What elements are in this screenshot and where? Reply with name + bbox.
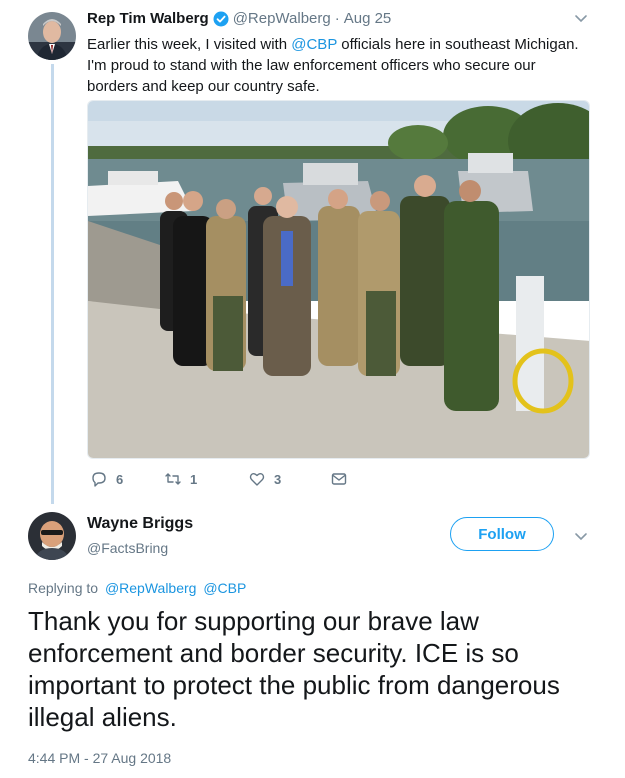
like-icon <box>249 473 265 486</box>
thread-connector-line <box>51 64 54 504</box>
author-name[interactable]: Rep Tim Walberg <box>87 10 209 27</box>
mention-link[interactable]: @CBP <box>291 36 337 53</box>
chevron-down-icon[interactable] <box>573 12 589 26</box>
reply-count: 6 <box>116 471 124 487</box>
like-action[interactable]: 3 <box>248 470 281 488</box>
retweet-icon <box>165 473 181 485</box>
direct-message-action[interactable] <box>330 470 348 488</box>
replying-to-mention-2[interactable]: @CBP <box>203 580 246 596</box>
follow-button[interactable]: Follow <box>450 517 554 551</box>
tweet-text-part1: Earlier this week, I visited with <box>87 36 292 53</box>
author-handle[interactable]: @RepWalberg <box>233 10 331 27</box>
like-count: 3 <box>274 471 282 487</box>
retweet-count: 1 <box>190 471 198 487</box>
tweet-photo[interactable] <box>87 100 590 459</box>
reply-action[interactable]: 6 <box>90 470 123 488</box>
replying-to: Replying to @RepWalberg @CBP <box>28 580 246 596</box>
reply-icon <box>92 472 106 487</box>
tweet-header: Rep Tim Walberg @RepWalberg · Aug 25 <box>87 10 391 27</box>
tweet-actions: 6 1 3 <box>90 470 390 492</box>
avatar-walberg[interactable] <box>28 12 76 60</box>
reply-text: Thank you for supporting our brave law e… <box>28 606 560 732</box>
chevron-down-icon[interactable] <box>573 530 589 544</box>
verified-badge-icon <box>213 11 229 26</box>
avatar-briggs[interactable] <box>28 512 76 560</box>
tweet-text: Earlier this week, I visited with @CBP o… <box>87 34 587 97</box>
header-separator: · <box>334 10 340 27</box>
reply-author-name[interactable]: Wayne Briggs <box>87 515 193 533</box>
reply-timestamp[interactable]: 4:44 PM - 27 Aug 2018 <box>28 750 171 766</box>
replying-to-mention-1[interactable]: @RepWalberg <box>105 580 197 596</box>
retweet-action[interactable]: 1 <box>164 470 197 488</box>
tweet-date[interactable]: Aug 25 <box>344 10 392 27</box>
direct-message-icon <box>331 473 347 485</box>
reply-author-handle[interactable]: @FactsBring <box>87 540 168 556</box>
replying-to-label: Replying to <box>28 580 99 596</box>
